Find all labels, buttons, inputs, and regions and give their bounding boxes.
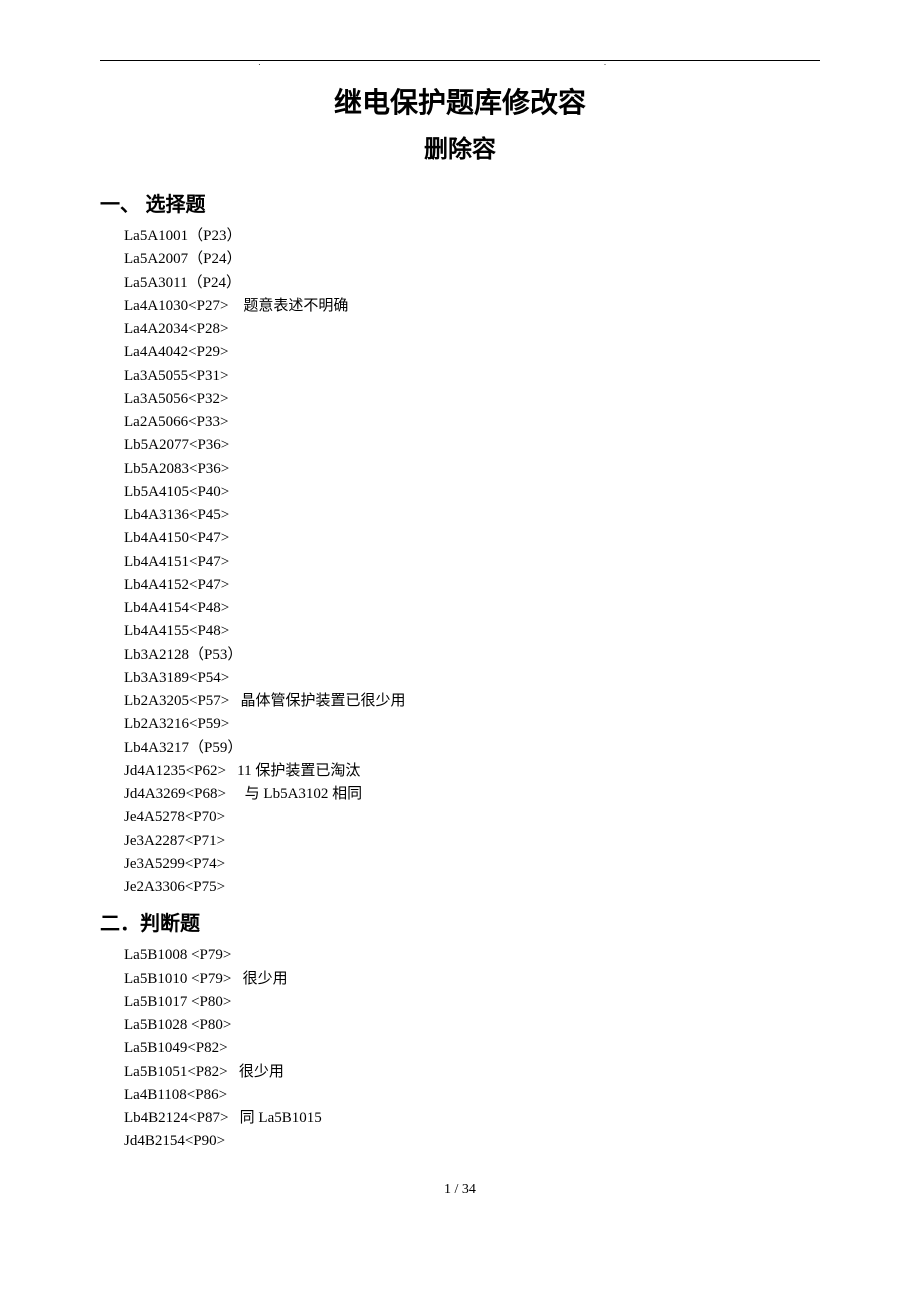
list-item: La4A4042<P29> [124,341,820,364]
list-item: La4A2034<P28> [124,318,820,341]
list-item: Jd4A3269<P68> 与 Lb5A3102 相同 [124,783,820,806]
list-item: Je3A5299<P74> [124,853,820,876]
list-item: Lb3A3189<P54> [124,667,820,690]
list-item: La5B1049<P82> [124,1037,820,1060]
list-item: La5B1028 <P80> [124,1014,820,1037]
list-item: La5A3011（P24） [124,272,820,295]
section-2: 二．判断题 La5B1008 <P79> La5B1010 <P79> 很少用 … [100,907,820,1153]
dot-left: . [258,58,260,67]
list-item: Lb3A2128（P53） [124,644,820,667]
list-item: Lb5A2083<P36> [124,458,820,481]
doc-title: 继电保护题库修改容 [100,81,820,121]
section-2-list: La5B1008 <P79> La5B1010 <P79> 很少用 La5B10… [124,944,820,1153]
list-item: La4A1030<P27> 题意表述不明确 [124,295,820,318]
page-footer: 1 / 34 [100,1182,820,1198]
list-item: Lb4A4151<P47> [124,551,820,574]
section-1: 一、 选择题 La5A1001（P23） La5A2007（P24） La5A3… [100,188,820,899]
section-1-heading: 一、 选择题 [100,188,820,217]
list-item: Lb4A4155<P48> [124,620,820,643]
list-item: La5A1001（P23） [124,225,820,248]
list-item: Jd4B2154<P90> [124,1130,820,1153]
list-item: Lb2A3216<P59> [124,713,820,736]
list-item: Lb4B2124<P87> 同 La5B1015 [124,1107,820,1130]
list-item: Lb4A3217（P59） [124,737,820,760]
section-2-heading: 二．判断题 [100,907,820,936]
list-item: La5A2007（P24） [124,248,820,271]
list-item: Lb4A3136<P45> [124,504,820,527]
top-rule: . . [100,60,820,61]
list-item: Lb4A4150<P47> [124,527,820,550]
list-item: Lb4A4154<P48> [124,597,820,620]
list-item: La2A5066<P33> [124,411,820,434]
doc-subtitle: 删除容 [100,129,820,164]
list-item: Lb5A4105<P40> [124,481,820,504]
page-container: . . 继电保护题库修改容 删除容 一、 选择题 La5A1001（P23） L… [0,0,920,1238]
list-item: La5B1008 <P79> [124,944,820,967]
list-item: La3A5055<P31> [124,365,820,388]
list-item: Je2A3306<P75> [124,876,820,899]
list-item: La5B1010 <P79> 很少用 [124,968,820,991]
list-item: La4B1108<P86> [124,1084,820,1107]
list-item: Lb2A3205<P57> 晶体管保护装置已很少用 [124,690,820,713]
list-item: Lb5A2077<P36> [124,434,820,457]
list-item: La5B1051<P82> 很少用 [124,1061,820,1084]
list-item: La3A5056<P32> [124,388,820,411]
dot-right: . [604,58,606,67]
list-item: Je3A2287<P71> [124,830,820,853]
list-item: Jd4A1235<P62> 11 保护装置已淘汰 [124,760,820,783]
section-1-list: La5A1001（P23） La5A2007（P24） La5A3011（P24… [124,225,820,899]
list-item: Lb4A4152<P47> [124,574,820,597]
list-item: Je4A5278<P70> [124,806,820,829]
list-item: La5B1017 <P80> [124,991,820,1014]
